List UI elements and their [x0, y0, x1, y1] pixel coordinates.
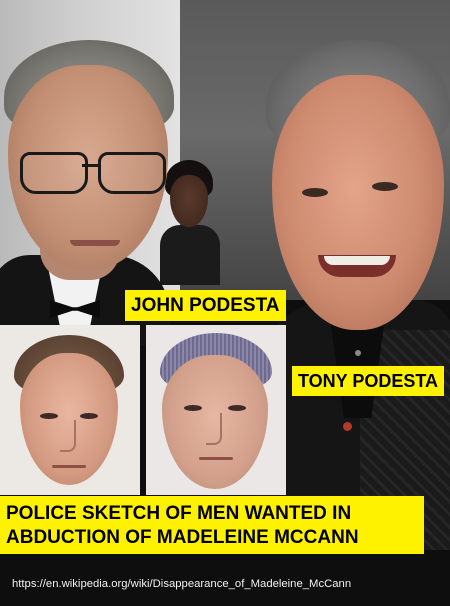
meme-image: JOHN PODESTA TONY PODESTA POLICE SKETCH …: [0, 0, 450, 606]
sketch-2-nose: [206, 413, 222, 445]
police-caption-line-2: ABDUCTION OF MADELEINE MCCANN: [6, 527, 359, 548]
sketch-1-mouth: [52, 465, 86, 468]
john-podesta-label: JOHN PODESTA: [125, 290, 286, 321]
source-url: https://en.wikipedia.org/wiki/Disappeara…: [12, 578, 352, 590]
sketch-2-eye-right: [228, 405, 246, 411]
tony-podesta-eye-right: [372, 182, 398, 191]
sketch-1-nose: [60, 420, 76, 452]
police-sketch-2: [146, 325, 286, 495]
background-person-body: [160, 225, 220, 285]
sketch-1-eye-left: [40, 413, 58, 419]
tony-podesta-label: TONY PODESTA: [292, 366, 445, 396]
glasses-lens-left: [20, 152, 88, 194]
shirt-button: [355, 350, 361, 356]
john-podesta-mouth: [70, 240, 120, 246]
tony-podesta-teeth: [324, 256, 390, 265]
sketch-2-mouth: [199, 457, 233, 460]
sketch-1-eye-right: [80, 413, 98, 419]
tony-podesta-eye-left: [302, 188, 328, 197]
eyeglasses: [20, 152, 168, 194]
glasses-lens-right: [98, 152, 166, 194]
sketch-2-eye-left: [184, 405, 202, 411]
lapel-pin: [343, 422, 352, 431]
police-caption-line-1: POLICE SKETCH OF MEN WANTED IN: [6, 503, 352, 524]
police-sketch-caption: POLICE SKETCH OF MEN WANTED IN ABDUCTION…: [0, 496, 424, 554]
police-sketch-1: [0, 325, 140, 495]
